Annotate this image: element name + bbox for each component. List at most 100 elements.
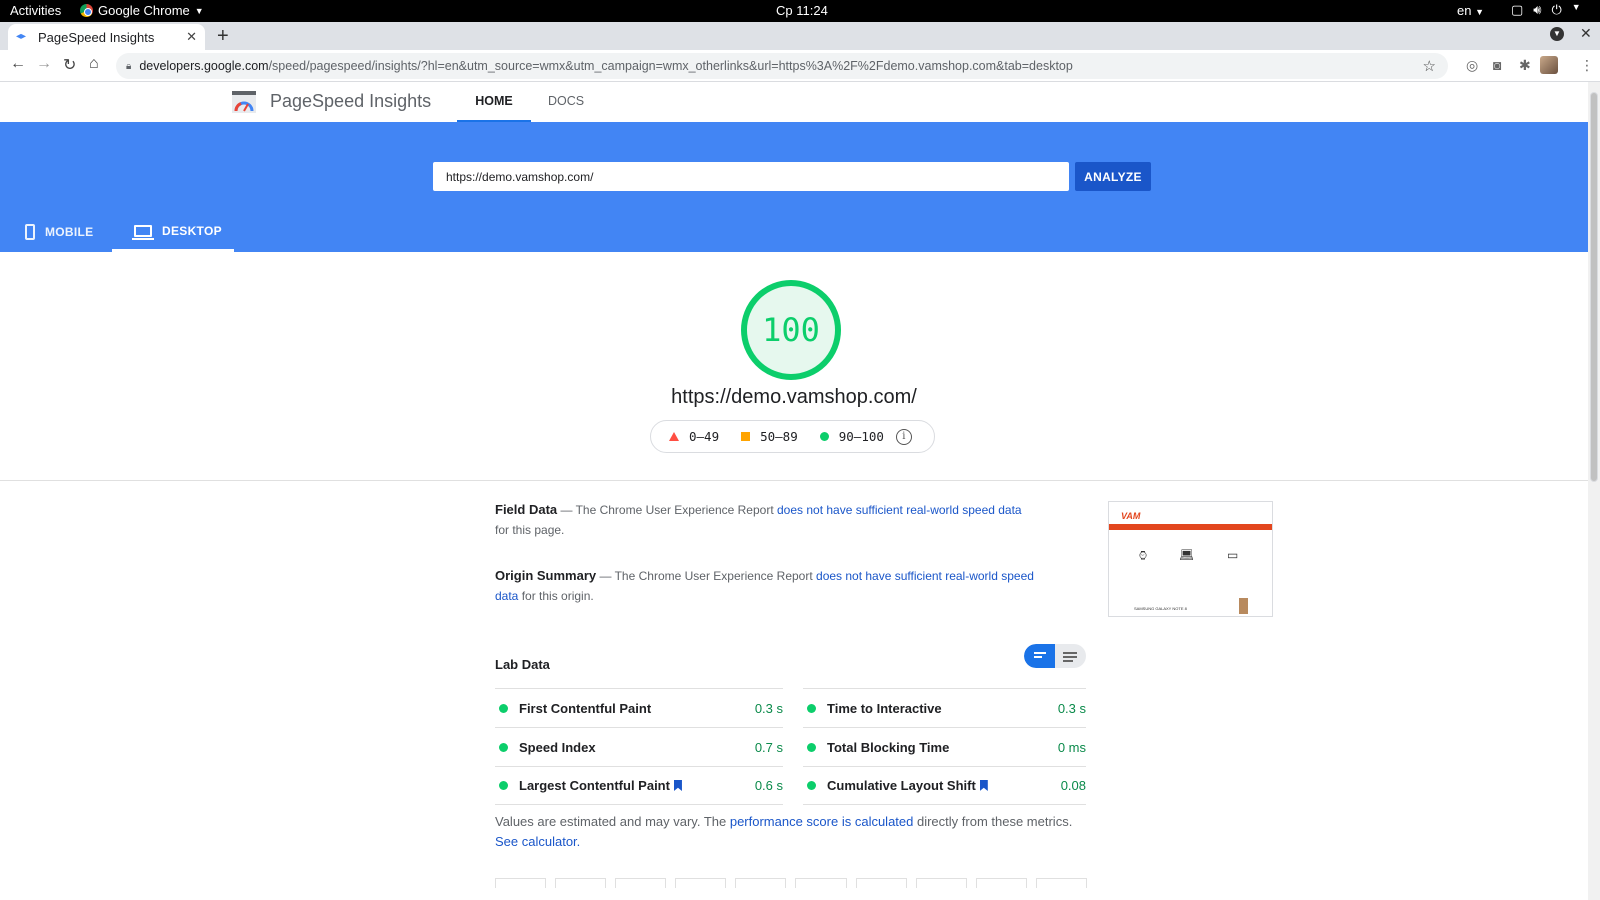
thumbnail-phone-image	[1239, 598, 1248, 614]
field-data-section: Field Data — The Chrome User Experience …	[495, 500, 1035, 540]
address-bar[interactable]: 🔒︎ developers.google.com/speed/pagespeed…	[116, 53, 1448, 79]
metric-label-wrap: Cumulative Layout Shift	[827, 778, 1061, 793]
laptop-product-icon: 💻︎	[1179, 548, 1195, 562]
profile-avatar[interactable]	[1540, 56, 1558, 74]
metric-value: 0 ms	[1057, 739, 1086, 755]
field-data-text: — The Chrome User Experience Report	[557, 503, 777, 517]
menu-kebab-icon[interactable]: ⋮	[1580, 57, 1594, 74]
legend-pass: 90–100	[838, 429, 884, 444]
page-screenshot-thumbnail: VAM ⌚︎ 💻︎ ▭ SAMSUNG GALAXY NOTE 8	[1108, 501, 1273, 617]
legend-average: 50–89	[760, 429, 798, 444]
metric-label: Largest Contentful Paint	[519, 778, 670, 793]
field-data-link[interactable]: does not have sufficient real-world spee…	[777, 503, 1022, 517]
url-path: /speed/pagespeed/insights/?hl=en&utm_sou…	[268, 59, 1073, 73]
tested-url: https://demo.vamshop.com/	[671, 386, 917, 408]
url-domain: developers.google.com	[139, 59, 269, 73]
pass-circle-icon	[499, 781, 508, 790]
chrome-icon	[80, 4, 93, 17]
pagespeed-favicon-icon: ◂▸	[16, 31, 27, 42]
tab-search-icon[interactable]: ▼	[1550, 27, 1564, 41]
metric-total-blocking-time: Total Blocking Time 0 ms	[803, 727, 1086, 766]
reload-icon[interactable]: ↻	[63, 55, 76, 75]
metric-value: 0.08	[1060, 778, 1086, 793]
forward-icon[interactable]: →	[36, 55, 52, 73]
metric-label: Speed Index	[519, 739, 596, 755]
metric-speed-index: Speed Index 0.7 s	[495, 727, 783, 766]
home-icon[interactable]: ⌂	[89, 55, 99, 73]
legend-fail: 0–49	[689, 429, 720, 444]
core-web-vital-flag-icon	[979, 780, 988, 791]
activities-button[interactable]: Activities	[10, 3, 61, 18]
analyze-hero: ANALYZE MOBILE DESKTOP	[0, 122, 1588, 252]
filmstrip-frame	[735, 878, 787, 888]
clock[interactable]: Ср 11:24	[776, 3, 828, 18]
metric-value: 0.6 s	[754, 778, 783, 793]
close-window-icon[interactable]: ✕	[1580, 25, 1592, 42]
estimate-note: Values are estimated and may vary. The p…	[495, 812, 1085, 852]
nav-docs-tab[interactable]: DOCS	[548, 82, 584, 122]
filmstrip-frame	[495, 878, 547, 888]
note-text-2: directly from these metrics.	[913, 814, 1073, 829]
filmstrip-frame	[975, 878, 1027, 888]
info-icon[interactable]: i	[895, 428, 912, 445]
tab-desktop[interactable]: DESKTOP	[112, 212, 234, 252]
url-input[interactable]	[433, 162, 1069, 191]
close-tab-icon[interactable]: ✕	[186, 29, 197, 45]
psi-title: PageSpeed Insights	[270, 91, 432, 111]
fail-triangle-icon	[669, 432, 679, 441]
new-tab-button[interactable]: +	[217, 25, 229, 48]
language-label: en	[1457, 3, 1472, 18]
tab-strip: ◂▸ PageSpeed Insights ✕ + ▼ ✕	[0, 22, 1600, 50]
page-scrollbar[interactable]	[1588, 82, 1600, 900]
laptop-icon	[132, 224, 154, 240]
browser-tab[interactable]: ◂▸ PageSpeed Insights ✕	[8, 24, 205, 50]
page-content: PageSpeed Insights HOME DOCS ANALYZE MOB…	[0, 82, 1588, 900]
field-data-title: Field Data	[495, 502, 558, 517]
phone-product-icon: ▭	[1227, 548, 1239, 562]
tab-title: PageSpeed Insights	[38, 29, 155, 45]
psi-header: PageSpeed Insights HOME DOCS	[0, 82, 1588, 122]
phone-icon	[25, 224, 35, 240]
note-text: Values are estimated and may vary. The	[495, 814, 730, 829]
back-icon[interactable]: ←	[10, 55, 26, 73]
expanded-lines-icon[interactable]	[1063, 652, 1077, 664]
system-tray[interactable]: ▢ 🔊︎ ⏻ ▼	[1511, 2, 1581, 18]
language-indicator[interactable]: en ▼	[1457, 3, 1484, 18]
thumbnail-logo: VAM	[1121, 511, 1141, 521]
bookmark-star-icon[interactable]: ☆	[1423, 57, 1436, 75]
caret-down-icon: ▼	[1475, 7, 1485, 17]
see-calculator-link[interactable]: See calculator.	[495, 834, 580, 849]
system-top-bar: Activities Google Chrome ▼ Ср 11:24 en ▼…	[0, 0, 1600, 22]
extensions-icon[interactable]: ✱	[1519, 57, 1531, 74]
pass-circle-icon	[499, 703, 508, 713]
metric-value: 0.3 s	[754, 700, 783, 716]
metric-label: First Contentful Paint	[519, 700, 652, 716]
tab-mobile[interactable]: MOBILE	[25, 212, 93, 252]
camera-icon[interactable]: ◙	[1493, 57, 1501, 73]
metric-label: Cumulative Layout Shift	[827, 778, 976, 793]
filmstrip-frame	[615, 878, 667, 888]
metric-value: 0.3 s	[1057, 700, 1086, 716]
performance-score-link[interactable]: performance score is calculated	[730, 814, 914, 829]
performance-score-gauge: 100	[741, 280, 841, 380]
core-web-vital-flag-icon	[673, 780, 682, 791]
field-data-text-end: for this page.	[495, 523, 565, 537]
metric-time-to-interactive: Time to Interactive 0.3 s	[803, 688, 1086, 727]
metrics-view-toggle[interactable]	[1024, 644, 1086, 668]
watch-icon: ⌚︎	[1137, 549, 1150, 563]
compact-view-button[interactable]	[1024, 644, 1055, 668]
origin-summary-section: Origin Summary — The Chrome User Experie…	[495, 566, 1035, 606]
scrollbar-thumb[interactable]	[1590, 92, 1598, 482]
power-icon: ⏻	[1551, 2, 1562, 17]
pass-circle-icon	[807, 742, 816, 752]
translate-icon[interactable]: ◎	[1466, 57, 1478, 74]
metric-label: Total Blocking Time	[827, 739, 950, 755]
nav-home-tab[interactable]: HOME	[457, 82, 531, 122]
caret-down-icon: ▼	[194, 5, 204, 16]
tab-desktop-label: DESKTOP	[162, 223, 222, 238]
metric-largest-contentful-paint: Largest Contentful Paint 0.6 s	[495, 766, 783, 805]
metric-label: Time to Interactive	[827, 700, 942, 716]
thumbnail-nav-bar	[1109, 524, 1272, 530]
analyze-button[interactable]: ANALYZE	[1075, 162, 1151, 191]
app-menu[interactable]: Google Chrome ▼	[80, 3, 204, 18]
